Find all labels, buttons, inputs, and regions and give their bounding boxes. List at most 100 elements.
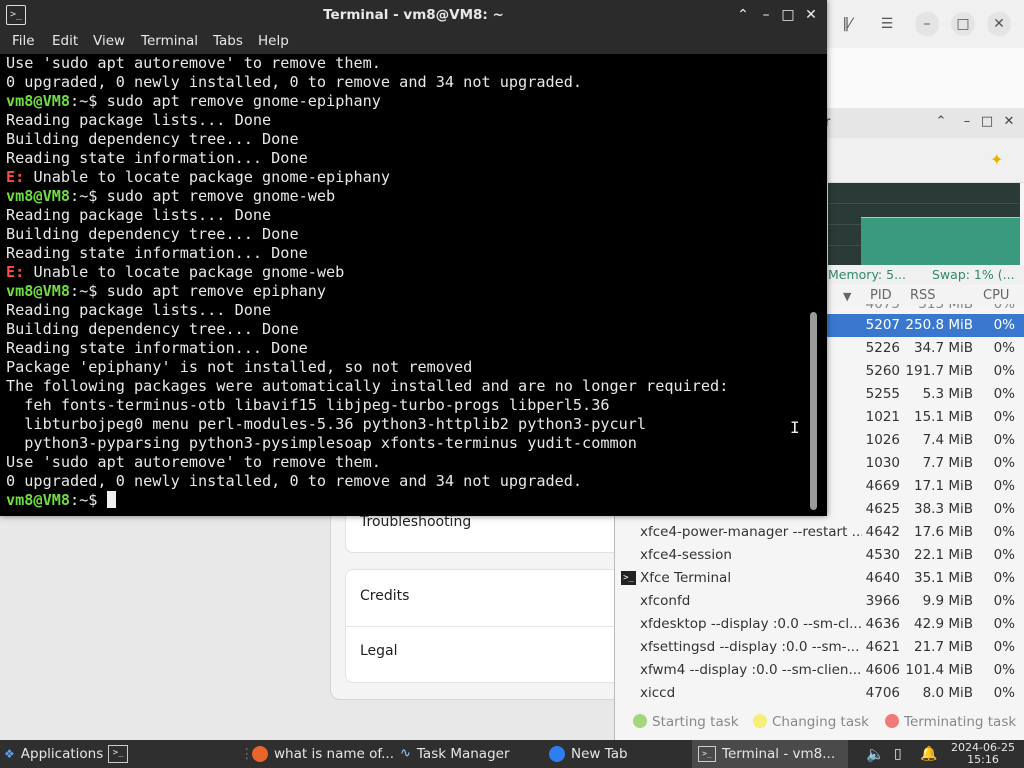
terminal-launcher[interactable]: >_ (104, 740, 134, 768)
cpu-cell: 0% (993, 616, 1015, 632)
cpu-cell: 0% (993, 386, 1015, 402)
task-firefox[interactable]: what is name of... (252, 740, 394, 768)
minimize-icon[interactable]: – (757, 6, 775, 24)
menu-help[interactable]: Help (258, 33, 289, 49)
cpu-cell: 0% (993, 478, 1015, 494)
minimize-icon[interactable]: – (915, 12, 939, 36)
notification-bell-icon[interactable]: 🔔 (920, 740, 937, 768)
menu-edit[interactable]: Edit (52, 33, 78, 49)
maximize-icon[interactable]: □ (978, 114, 996, 132)
terminal-line: Package 'epiphany' is not installed, so … (6, 358, 473, 376)
cpu-cell: 0% (993, 547, 1015, 563)
volume-icon[interactable]: 🔈 (866, 740, 885, 768)
pid-cell: 1030 (865, 455, 900, 471)
memory-stats: Memory: 5... Swap: 1% (... (828, 265, 1024, 285)
table-row[interactable]: xfwm4 --display :0.0 --sm-clien... 4606 10… (615, 659, 1024, 682)
maximize-icon[interactable]: □ (779, 6, 797, 24)
pid-cell: 5226 (865, 340, 900, 356)
applications-menu[interactable]: ❖ Applications (4, 740, 103, 768)
menu-file[interactable]: File (12, 33, 35, 49)
close-icon[interactable]: ✕ (987, 12, 1011, 36)
column-cpu[interactable]: CPU (983, 288, 1009, 303)
terminal-line: vm8@VM8:~$ sudo apt remove gnome-web (6, 187, 806, 206)
broom-icon[interactable]: ✦ (990, 150, 1003, 169)
task-task-manager[interactable]: ∿ Task Manager (400, 740, 510, 768)
terminal-titlebar[interactable]: >_ Terminal - vm8@VM8: ~ ⌃ – □ ✕ (0, 0, 827, 31)
minimize-icon[interactable]: – (958, 114, 976, 132)
terminal-line: Reading package lists... Done (6, 301, 272, 319)
pid-cell: 4636 (865, 616, 900, 632)
cpu-cell: 0% (993, 363, 1015, 379)
terminal-line: E: Unable to locate package gnome-epipha… (6, 168, 806, 187)
column-pid[interactable]: PID (870, 288, 892, 303)
table-row[interactable]: >_ Xfce Terminal 4640 35.1 MiB 0% (615, 567, 1024, 590)
prompt-path: :~$ (70, 491, 98, 509)
pid-cell: 4706 (865, 685, 900, 701)
process-name-cell: xfdesktop --display :0.0 --sm-cl... (640, 616, 862, 632)
hamburger-menu-icon[interactable]: ☰ (875, 12, 899, 36)
maximize-icon[interactable]: □ (951, 12, 975, 36)
task-new-tab[interactable]: New Tab (549, 740, 628, 768)
terminal-line: Building dependency tree... Done (6, 130, 299, 148)
legal-row[interactable]: Legal (360, 643, 398, 659)
table-row[interactable]: xfce4-power-manager --restart ... 4642 17.… (615, 521, 1024, 544)
rss-cell: 7.4 MiB (922, 432, 973, 448)
clock-time: 15:16 (967, 753, 999, 766)
battery-icon[interactable]: ▯ (894, 740, 902, 768)
prompt-user: vm8@VM8 (6, 92, 71, 110)
shade-icon[interactable]: ⌃ (932, 114, 950, 132)
rss-cell: 35.1 MiB (913, 570, 973, 586)
pid-cell: 5255 (865, 386, 900, 402)
pid-cell: 4075 (865, 304, 900, 312)
rss-cell: 8.0 MiB (922, 685, 973, 701)
table-row[interactable]: xiccd 4706 8.0 MiB 0% (615, 682, 1024, 705)
menu-terminal[interactable]: Terminal (141, 33, 198, 49)
menu-tabs[interactable]: Tabs (213, 33, 243, 49)
rss-cell: 38.3 MiB (913, 501, 973, 517)
troubleshooting-row[interactable]: Troubleshooting (360, 514, 471, 530)
terminal-icon: >_ (108, 745, 128, 763)
close-icon[interactable]: ✕ (802, 6, 820, 24)
legend-dot (753, 714, 767, 728)
table-row[interactable]: xfconfd 3966 9.9 MiB 0% (615, 590, 1024, 613)
terminal-line: feh fonts-terminus-otb libavif15 libjpeg… (6, 396, 610, 414)
task-label: what is name of... (274, 746, 395, 762)
background-window-toolbar: ‖⁄ ☰ – □ ✕ (827, 0, 1024, 49)
task-label: New Tab (571, 746, 628, 762)
rss-cell: 313 MiB (918, 304, 973, 312)
legend-dot (633, 714, 647, 728)
terminal-line: Building dependency tree... Done (6, 320, 299, 338)
terminal-line: Reading state information... Done (6, 244, 308, 262)
legend: Starting task Changing task Terminating ta… (615, 708, 1024, 738)
sort-down-icon[interactable]: ▼ (843, 290, 851, 303)
table-row[interactable]: xfdesktop --display :0.0 --sm-cl... 4636 4… (615, 613, 1024, 636)
menu-view[interactable]: View (93, 33, 125, 49)
rss-cell: 7.7 MiB (922, 455, 973, 471)
firefox-icon (252, 746, 268, 762)
table-row[interactable]: xfce4-session 4530 22.1 MiB 0% (615, 544, 1024, 567)
table-row[interactable]: xfsettingsd --display :0.0 --sm-... 4621 2… (615, 636, 1024, 659)
scrollbar-thumb[interactable] (810, 312, 817, 510)
cpu-cell: 0% (993, 570, 1015, 586)
close-icon[interactable]: ✕ (1000, 114, 1018, 132)
library-icon[interactable]: ‖⁄ (835, 12, 859, 36)
terminal-output[interactable]: Use 'sudo apt autoremove' to remove them… (6, 54, 806, 514)
credits-row[interactable]: Credits (360, 588, 409, 604)
prompt-path: :~$ (70, 282, 98, 300)
terminal-line: libturbojpeg0 menu perl-modules-5.36 pyt… (6, 415, 647, 433)
legend-label: Changing task (772, 714, 869, 730)
browser-icon (549, 746, 565, 762)
task-terminal[interactable]: >_ Terminal - vm8... (692, 740, 848, 768)
pid-cell: 5260 (865, 363, 900, 379)
legend-item: Terminating task (885, 714, 1016, 730)
clock[interactable]: 2024-06-25 15:16 (945, 742, 1021, 766)
cpu-cell: 0% (993, 639, 1015, 655)
command-text: sudo apt remove gnome-epiphany (97, 92, 381, 110)
task-manager-icon: ∿ (400, 746, 411, 761)
shade-icon[interactable]: ⌃ (734, 6, 752, 24)
terminal-window: >_ Terminal - vm8@VM8: ~ ⌃ – □ ✕ File Ed… (0, 0, 827, 516)
column-rss[interactable]: RSS (910, 288, 936, 303)
prompt-path: :~$ (70, 92, 98, 110)
cpu-cell: 0% (993, 455, 1015, 471)
pid-cell: 4606 (865, 662, 900, 678)
